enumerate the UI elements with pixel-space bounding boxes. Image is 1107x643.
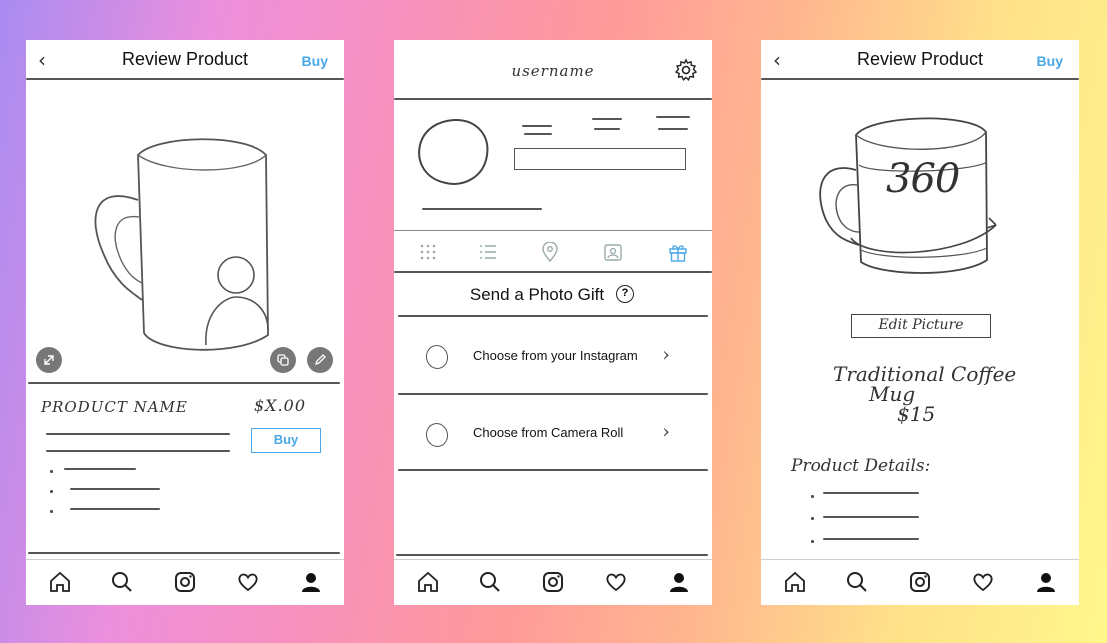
home-icon[interactable]	[783, 570, 807, 594]
sketch-line	[592, 118, 622, 120]
product-name-line1: Traditional Coffee	[833, 362, 1017, 386]
top-bar: ‹ Review Product Buy	[26, 40, 344, 80]
gift-section-title: Send a Photo Gift	[394, 285, 712, 305]
buy-link[interactable]: Buy	[302, 53, 328, 69]
avatar-sketch	[418, 118, 489, 185]
heart-icon[interactable]	[604, 570, 628, 594]
divider	[398, 315, 708, 317]
search-icon[interactable]	[478, 570, 502, 594]
bullet	[811, 495, 814, 498]
page-title: Review Product	[121, 49, 249, 69]
edit-icon[interactable]	[307, 347, 333, 373]
divider	[26, 78, 344, 80]
edit-profile-box-sketch	[514, 148, 686, 170]
sketch-line	[658, 128, 688, 130]
review-product-screen-1: ‹ Review Product Buy PRODUCT NAME $X.00 …	[26, 40, 344, 605]
bullet	[50, 470, 53, 473]
product-name: PRODUCT NAME	[41, 398, 188, 416]
radio-icon	[423, 420, 451, 450]
instagram-icon[interactable]	[908, 570, 932, 594]
home-icon[interactable]	[48, 570, 72, 594]
sketch-line	[656, 116, 690, 118]
sketch-line	[70, 488, 160, 490]
sketch-line	[594, 128, 620, 130]
divider	[394, 98, 712, 100]
list-icon[interactable]	[478, 242, 498, 262]
username-label: username	[511, 62, 595, 80]
profile-gift-screen: username Send a Photo Gift ? Choose from…	[394, 40, 712, 605]
divider	[761, 78, 1079, 80]
sketch-line	[46, 433, 230, 435]
radio-icon	[423, 342, 451, 372]
bullet	[50, 490, 53, 493]
sketch-line	[823, 492, 919, 494]
sketch-line	[823, 516, 919, 518]
grid-icon[interactable]	[418, 242, 438, 262]
location-pin-icon[interactable]	[540, 242, 560, 262]
product-image-sketch	[94, 138, 269, 351]
profile-icon[interactable]	[299, 570, 323, 594]
bullet	[811, 540, 814, 543]
divider	[28, 552, 340, 554]
chevron-right-icon: ›	[662, 342, 670, 366]
sketch-line	[46, 450, 230, 452]
bullet	[811, 517, 814, 520]
product-details-label: Product Details:	[791, 456, 931, 476]
copy-icon[interactable]	[270, 347, 296, 373]
profile-icon[interactable]	[1034, 570, 1058, 594]
instagram-icon[interactable]	[541, 570, 565, 594]
buy-button[interactable]: Buy	[251, 428, 321, 453]
sketch-line	[422, 208, 542, 210]
buy-link[interactable]: Buy	[1037, 53, 1063, 69]
divider	[398, 393, 708, 395]
search-icon[interactable]	[110, 570, 134, 594]
product-price: $15	[897, 402, 936, 426]
edit-picture-button[interactable]: Edit Picture	[851, 314, 991, 338]
top-bar: ‹ Review Product Buy	[761, 40, 1079, 80]
instagram-icon[interactable]	[173, 570, 197, 594]
divider	[398, 469, 708, 471]
sketch-line	[70, 508, 160, 510]
option-label: Choose from your Instagram	[473, 348, 638, 363]
option-label: Choose from Camera Roll	[473, 425, 624, 440]
bottom-nav	[26, 559, 344, 605]
review-product-screen-2: ‹ Review Product Buy 360 Edit Picture Tr…	[761, 40, 1079, 605]
gift-icon[interactable]	[668, 242, 688, 262]
divider	[394, 271, 712, 273]
heart-icon[interactable]	[236, 570, 260, 594]
profile-icon[interactable]	[667, 570, 691, 594]
option-camera-roll[interactable]: Choose from Camera Roll ›	[394, 405, 712, 465]
bottom-nav	[761, 559, 1079, 605]
sketch-line	[522, 125, 552, 127]
divider	[28, 382, 340, 384]
bottom-nav	[394, 559, 712, 605]
tagged-person-icon[interactable]	[603, 242, 623, 262]
sketch-line	[823, 538, 919, 540]
divider	[394, 230, 712, 231]
sketch-line	[64, 468, 136, 470]
gift-title-text: Send a Photo Gift	[469, 285, 605, 304]
heart-icon[interactable]	[971, 570, 995, 594]
option-instagram[interactable]: Choose from your Instagram ›	[394, 328, 712, 388]
bullet	[50, 510, 53, 513]
sketch-line	[524, 133, 552, 135]
divider	[396, 554, 708, 556]
gear-icon[interactable]	[674, 58, 698, 82]
home-icon[interactable]	[416, 570, 440, 594]
view-360-label[interactable]: 360	[886, 156, 960, 202]
page-title: Review Product	[856, 49, 984, 69]
product-price: $X.00	[254, 396, 307, 415]
search-icon[interactable]	[845, 570, 869, 594]
help-icon[interactable]: ?	[616, 285, 634, 303]
expand-icon[interactable]	[36, 347, 62, 373]
chevron-right-icon: ›	[662, 419, 670, 443]
